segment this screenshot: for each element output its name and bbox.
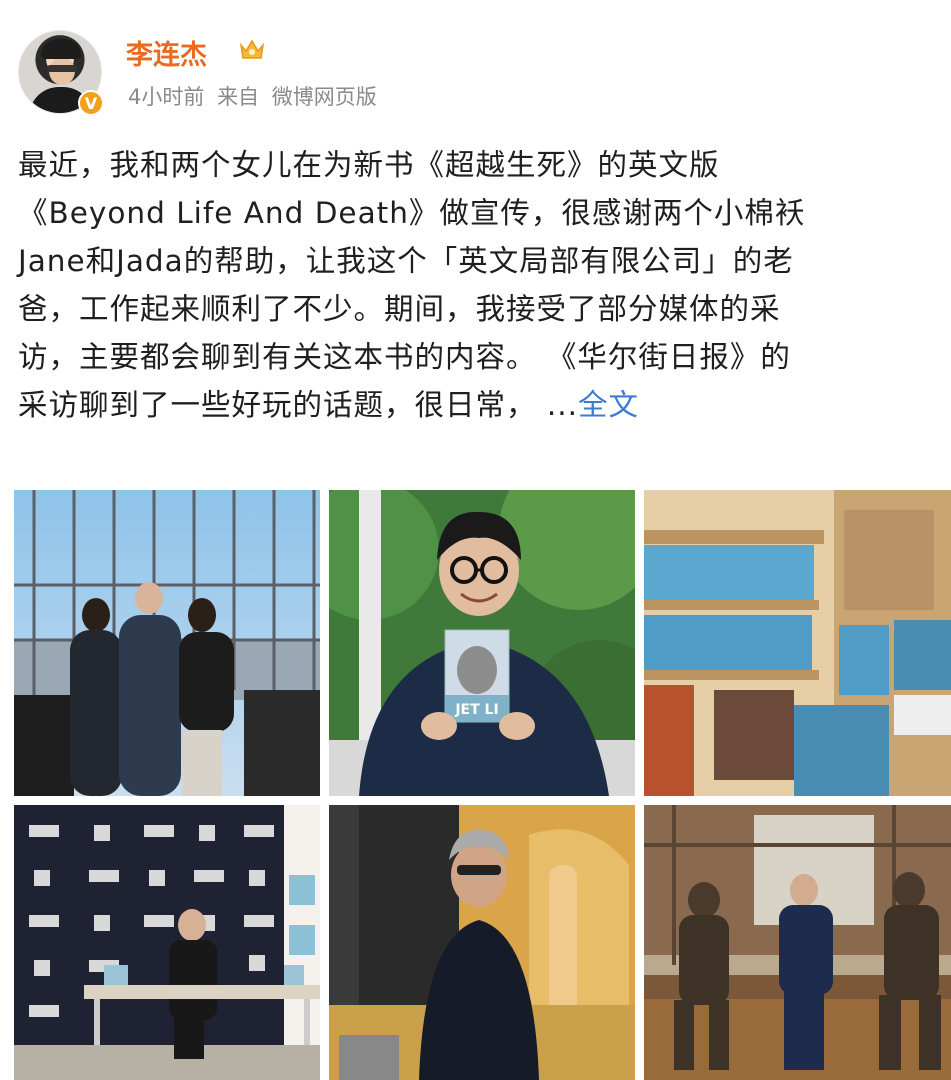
book-cover-title: JET LI <box>454 702 498 718</box>
post-text-line: 爸，工作起来顺利了不少。期间，我接受了部分媒体的采 <box>18 292 781 326</box>
post-meta: 4小时前 来自 微博网页版 <box>128 81 383 111</box>
verified-icon: V <box>78 90 104 116</box>
photo-bookstore-shelves[interactable] <box>644 490 951 796</box>
crown-icon[interactable] <box>238 37 266 63</box>
post-text-line: 访，主要都会聊到有关这本书的内容。 《华尔街日报》的 <box>18 340 791 374</box>
post-source[interactable]: 微博网页版 <box>272 85 377 109</box>
author-avatar[interactable]: V <box>18 30 104 116</box>
expand-full-text-link[interactable]: 全文 <box>578 388 639 422</box>
post-text-line: 采访聊到了一些好玩的话题，很日常， ... <box>18 388 579 422</box>
photo-grid: JET LI <box>14 490 951 1080</box>
post-header: V 李连杰 4小时前 来自 微博网页版 <box>0 0 951 125</box>
author-name[interactable]: 李连杰 <box>126 33 207 72</box>
photo-book-signing[interactable] <box>14 805 320 1080</box>
post-text-line: 最近，我和两个女儿在为新书《超越生死》的英文版 <box>18 148 720 182</box>
source-prefix: 来自 <box>217 85 260 109</box>
post-body: 最近，我和两个女儿在为新书《超越生死》的英文版 《Beyond Life And… <box>18 141 943 429</box>
post-time[interactable]: 4小时前 <box>128 85 204 109</box>
photo-with-statues[interactable] <box>644 805 951 1080</box>
photo-holding-book[interactable]: JET LI <box>329 490 635 796</box>
photo-observation-deck[interactable] <box>14 490 320 796</box>
post-text-line: 《Beyond Life And Death》做宣传，很感谢两个小棉袄 <box>18 196 806 230</box>
post-text-line: Jane和Jada的帮助，让我这个「英文局部有限公司」的老 <box>18 244 794 278</box>
post-text-last-line: 采访聊到了一些好玩的话题，很日常， ...全文 <box>18 381 943 429</box>
photo-on-set[interactable] <box>329 805 635 1080</box>
